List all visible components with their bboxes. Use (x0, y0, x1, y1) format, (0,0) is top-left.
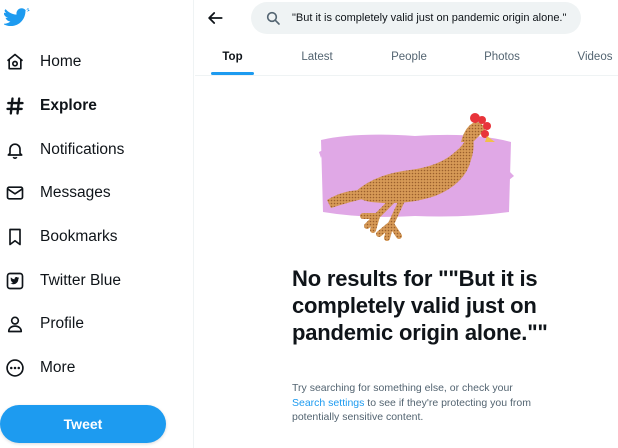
tab-top[interactable]: Top (211, 38, 254, 76)
sidebar-item-label: Explore (40, 97, 97, 114)
sidebar-item-label: Profile (40, 315, 84, 332)
tweet-button[interactable]: Tweet (0, 405, 166, 443)
sidebar-item-label: Notifications (40, 141, 125, 158)
sidebar-item-label: More (40, 359, 76, 376)
bell-icon (4, 139, 26, 161)
tab-latest[interactable]: Latest (293, 38, 341, 76)
twitter-bird-icon[interactable] (2, 7, 30, 30)
sidebar: Home Explore Notifications Messages Book… (0, 0, 194, 448)
search-tabs: Top Latest People Photos Videos (195, 38, 618, 76)
search-results-column: Top Latest People Photos Videos (195, 0, 618, 448)
sidebar-item-explore[interactable]: Explore (4, 88, 184, 124)
tab-videos[interactable]: Videos (569, 38, 618, 76)
subtext-part: Try searching for something else, or che… (292, 382, 513, 394)
no-results-subtext: Try searching for something else, or che… (292, 381, 542, 425)
sidebar-item-label: Home (40, 53, 82, 70)
sidebar-item-label: Bookmarks (40, 228, 118, 245)
more-circle-icon (4, 357, 26, 379)
sidebar-item-label: Messages (40, 184, 111, 201)
sidebar-item-messages[interactable]: Messages (4, 175, 184, 211)
sidebar-item-bookmarks[interactable]: Bookmarks (4, 219, 184, 255)
no-results-heading: No results for ""But it is completely va… (292, 266, 548, 345)
search-icon (265, 10, 281, 26)
hashtag-icon (4, 95, 26, 117)
search-box[interactable] (251, 2, 581, 34)
sidebar-item-notifications[interactable]: Notifications (4, 132, 184, 168)
active-tab-indicator (211, 72, 254, 75)
sidebar-item-label: Twitter Blue (40, 272, 121, 289)
person-icon (4, 313, 26, 335)
rubber-chicken-illustration (315, 112, 515, 242)
tab-people[interactable]: People (383, 38, 435, 76)
back-arrow-icon[interactable] (205, 8, 225, 28)
sidebar-item-twitter-blue[interactable]: Twitter Blue (4, 263, 184, 299)
tab-photos[interactable]: Photos (476, 38, 528, 76)
bookmark-icon (4, 226, 26, 248)
search-settings-link[interactable]: Search settings (292, 397, 364, 409)
search-input[interactable] (292, 12, 577, 24)
envelope-icon (4, 182, 26, 204)
twitter-blue-icon (4, 270, 26, 292)
sidebar-item-profile[interactable]: Profile (4, 306, 184, 342)
home-icon (4, 51, 26, 73)
sidebar-item-more[interactable]: More (4, 350, 184, 386)
sidebar-item-home[interactable]: Home (4, 44, 184, 80)
